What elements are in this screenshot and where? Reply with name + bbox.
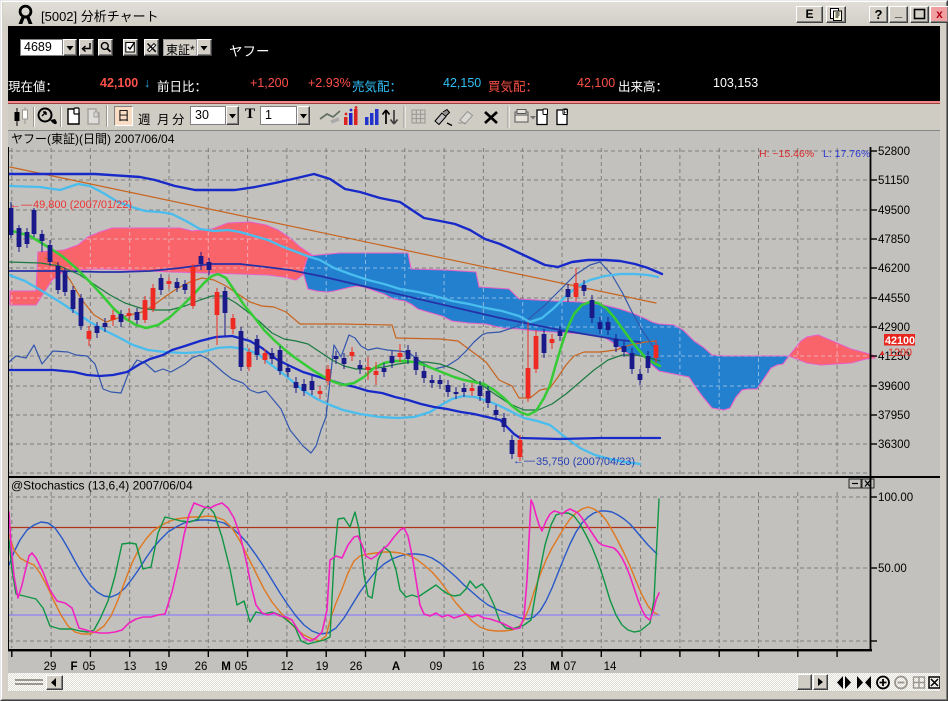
svg-text:05: 05 <box>83 661 96 673</box>
svg-text:F: F <box>70 661 77 673</box>
svg-text:47850: 47850 <box>878 234 910 246</box>
svg-text:H: ~15.46%: H: ~15.46% <box>759 148 814 160</box>
svg-text:39600: 39600 <box>878 381 910 393</box>
svg-text:26: 26 <box>350 661 363 673</box>
svg-text:19: 19 <box>316 661 329 673</box>
svg-text:16: 16 <box>472 661 485 673</box>
svg-text:44550: 44550 <box>878 293 910 305</box>
svg-text:M: M <box>221 661 231 673</box>
svg-text:←—: ←— <box>10 199 32 211</box>
svg-text:29: 29 <box>44 661 57 673</box>
svg-text:36300: 36300 <box>878 439 910 451</box>
svg-text:42100: 42100 <box>885 335 915 347</box>
svg-text:26: 26 <box>195 661 208 673</box>
svg-text:52800: 52800 <box>878 146 910 158</box>
svg-text:37950: 37950 <box>878 410 910 422</box>
svg-text:ヤフー(東証)(日間) 2007/06/04: ヤフー(東証)(日間) 2007/06/04 <box>11 132 175 146</box>
svg-text:1200: 1200 <box>888 347 912 359</box>
svg-text:07: 07 <box>564 661 577 673</box>
svg-text:L: 17.76%: L: 17.76% <box>823 148 870 160</box>
svg-text:51150: 51150 <box>878 175 909 187</box>
svg-text:P: P <box>564 109 568 116</box>
svg-text:12: 12 <box>281 661 294 673</box>
svg-text:50.00: 50.00 <box>878 563 907 575</box>
svg-text:100.00: 100.00 <box>878 492 913 504</box>
svg-text:23: 23 <box>514 661 527 673</box>
svg-text:46200: 46200 <box>878 263 910 275</box>
svg-text:@Stochastics (13,6,4) 2007/06/: @Stochastics (13,6,4) 2007/06/04 <box>11 479 193 493</box>
svg-text:14: 14 <box>604 661 617 673</box>
svg-text:09: 09 <box>430 661 443 673</box>
svg-text:42900: 42900 <box>878 322 910 334</box>
svg-text:19: 19 <box>155 661 168 673</box>
svg-text:M: M <box>550 661 560 673</box>
svg-text:05: 05 <box>235 661 248 673</box>
svg-text:49,800 (2007/01/22): 49,800 (2007/01/22) <box>33 199 132 211</box>
svg-text:13: 13 <box>124 661 137 673</box>
svg-text:←—: ←— <box>513 455 535 467</box>
svg-text:49500: 49500 <box>878 205 910 217</box>
svg-text:35,750 (2007/04/23): 35,750 (2007/04/23) <box>536 456 635 468</box>
svg-text:A: A <box>392 661 400 673</box>
